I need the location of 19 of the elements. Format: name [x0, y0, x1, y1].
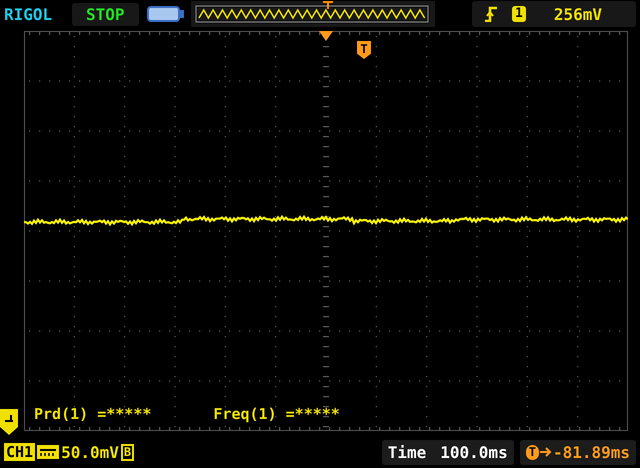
trigger-time-marker-icon — [319, 31, 333, 41]
trigger-position-icon — [322, 1, 333, 9]
trigger-offset-value: -81.89ms — [552, 442, 630, 462]
timebase-value: 100.0ms — [440, 442, 508, 462]
bandwidth-limit-badge: B — [120, 444, 134, 460]
run-state-label: STOP — [72, 2, 139, 26]
trigger-level-value: 256mV — [554, 4, 602, 24]
trigger-badge: T — [526, 444, 539, 460]
channel-scale-value: 50.0mV — [61, 442, 119, 462]
brand-label: RIGOL — [4, 4, 54, 24]
trigger-source-badge: 1 — [512, 6, 526, 22]
dc-coupling-icon — [37, 445, 60, 459]
battery-icon — [146, 5, 185, 23]
rising-edge-icon — [484, 6, 498, 22]
measurement-readout: Freq(1) =***** — [213, 405, 340, 423]
channel-label: CH1 — [4, 443, 36, 461]
measurement-readout: Prd(1) =***** — [34, 405, 152, 423]
timebase-label: Time — [388, 442, 426, 462]
arrow-icon — [540, 447, 552, 457]
